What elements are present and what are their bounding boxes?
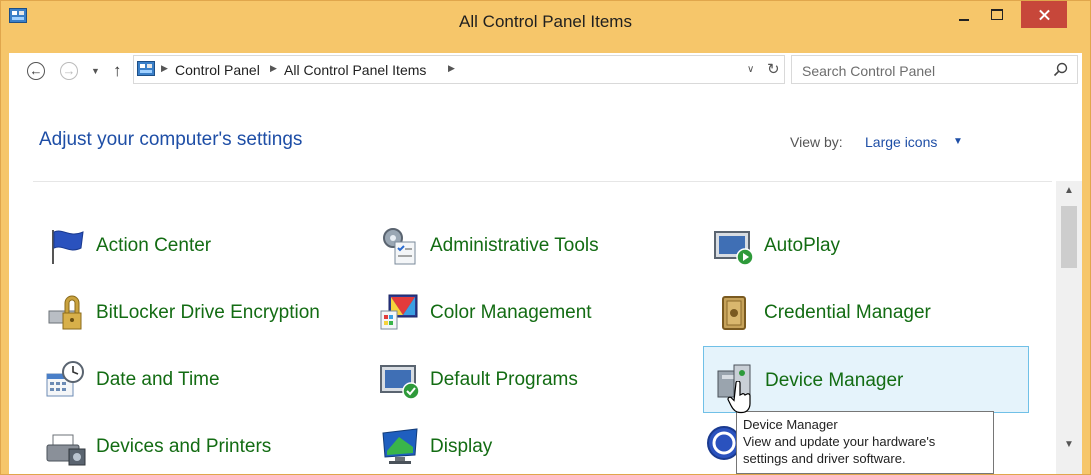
- item-administrative-tools[interactable]: Administrative Tools: [373, 215, 693, 278]
- maximize-button[interactable]: [984, 1, 1010, 31]
- tooltip-title: Device Manager: [743, 417, 838, 432]
- close-button[interactable]: [1021, 1, 1067, 28]
- item-color-management[interactable]: Color Management: [373, 282, 693, 345]
- breadcrumb-all-items[interactable]: All Control Panel Items: [284, 62, 426, 78]
- control-panel-window: All Control Panel Items ← → ▼ ↑ ▶ Contro…: [0, 0, 1091, 475]
- autoplay-icon: [714, 231, 754, 266]
- default-programs-icon: [380, 365, 420, 400]
- credential-vault-icon: [722, 296, 746, 330]
- item-action-center[interactable]: Action Center: [39, 215, 359, 278]
- view-by-dropdown[interactable]: Large icons: [865, 134, 937, 150]
- item-credential-manager[interactable]: Credential Manager: [707, 282, 1027, 345]
- breadcrumb-chevron-icon[interactable]: ▶: [448, 63, 455, 74]
- tooltip-line: View and update your hardware's: [743, 434, 936, 449]
- bitlocker-icon: [48, 295, 82, 330]
- breadcrumb-control-panel[interactable]: Control Panel: [175, 62, 260, 78]
- vertical-scrollbar[interactable]: ▲ ▼: [1056, 181, 1082, 474]
- item-bitlocker[interactable]: BitLocker Drive Encryption: [39, 282, 359, 345]
- forward-button[interactable]: →: [60, 62, 78, 80]
- admin-tools-icon: [383, 228, 416, 265]
- recent-locations-chevron-icon[interactable]: ▼: [91, 66, 100, 76]
- breadcrumb-chevron-icon[interactable]: ▶: [270, 63, 277, 74]
- search-icon[interactable]: [1053, 62, 1068, 77]
- flag-icon: [52, 230, 84, 264]
- scroll-down-arrow-icon[interactable]: ▼: [1064, 439, 1074, 450]
- breadcrumb-chevron-icon[interactable]: ▶: [161, 63, 168, 74]
- scroll-up-arrow-icon[interactable]: ▲: [1064, 185, 1074, 196]
- calendar-clock-icon: [46, 361, 84, 397]
- color-management-icon: [380, 294, 418, 330]
- display-icon: [382, 428, 418, 464]
- refresh-icon[interactable]: ↻: [767, 60, 780, 78]
- item-display[interactable]: Display: [373, 416, 693, 474]
- minimize-button[interactable]: [951, 1, 977, 31]
- item-devices-and-printers[interactable]: Devices and Printers: [39, 416, 359, 474]
- scroll-thumb[interactable]: [1061, 206, 1077, 268]
- up-arrow-icon[interactable]: ↑: [113, 61, 122, 81]
- printer-icon: [46, 434, 86, 466]
- address-box[interactable]: ▶ Control Panel ▶ All Control Panel Item…: [133, 55, 785, 84]
- tooltip-line: settings and driver software.: [743, 451, 906, 466]
- navigation-bar: ← → ▼ ↑ ▶ Control Panel ▶ All Control Pa…: [9, 53, 1082, 93]
- view-by-chevron-icon[interactable]: ▼: [953, 136, 963, 147]
- content-area: Adjust your computer's settings View by:…: [9, 93, 1082, 474]
- window-title: All Control Panel Items: [459, 12, 632, 31]
- item-date-and-time[interactable]: Date and Time: [39, 349, 359, 412]
- title-bar[interactable]: All Control Panel Items: [1, 1, 1090, 47]
- divider: [33, 181, 1052, 182]
- search-box[interactable]: [791, 55, 1078, 84]
- control-panel-icon: [137, 61, 155, 76]
- address-dropdown-icon[interactable]: ∨: [747, 64, 754, 75]
- item-default-programs[interactable]: Default Programs: [373, 349, 693, 412]
- hand-cursor-icon: [727, 381, 751, 414]
- view-by-label: View by:: [790, 134, 843, 150]
- tooltip: Device Manager View and update your hard…: [736, 411, 994, 474]
- back-button[interactable]: ←: [27, 62, 45, 80]
- item-autoplay[interactable]: AutoPlay: [707, 215, 1027, 278]
- page-heading: Adjust your computer's settings: [39, 129, 303, 150]
- search-input[interactable]: [800, 60, 1044, 81]
